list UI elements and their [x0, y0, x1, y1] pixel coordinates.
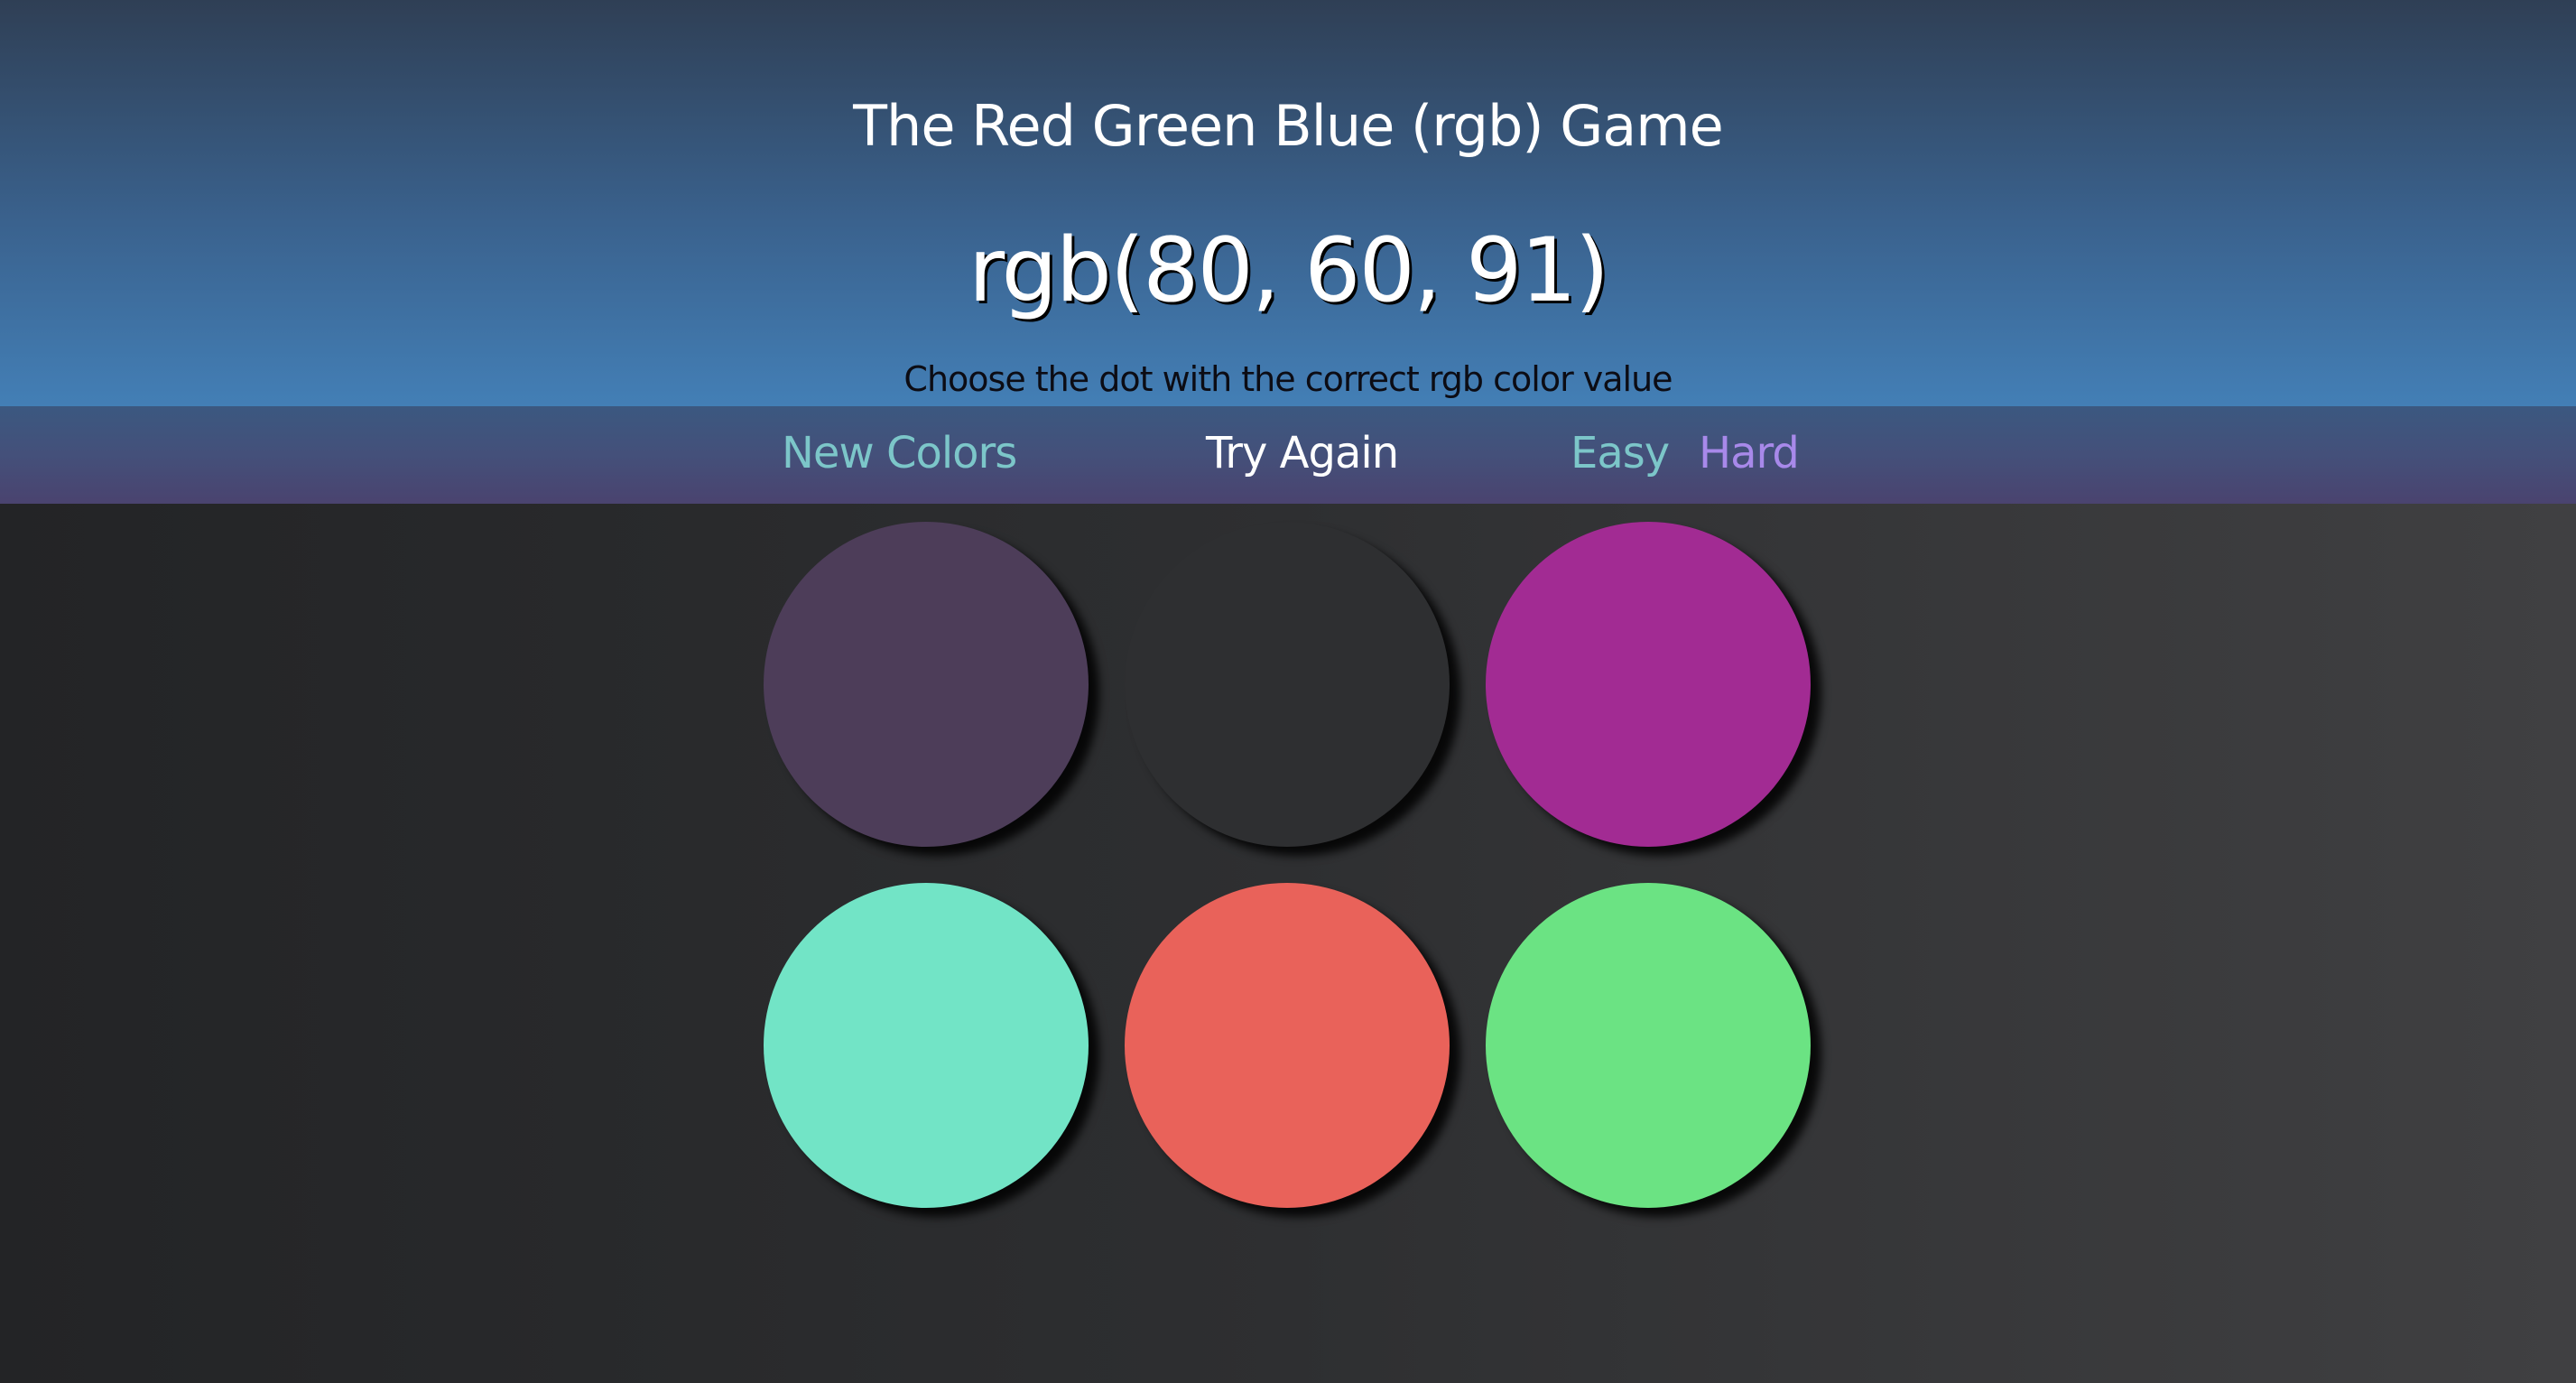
- color-dot[interactable]: [764, 883, 1089, 1208]
- status-message: Choose the dot with the correct rgb colo…: [903, 359, 1673, 399]
- new-colors-button[interactable]: New Colors: [782, 424, 1017, 482]
- easy-mode-button[interactable]: Easy: [1571, 424, 1670, 482]
- color-dot[interactable]: [1486, 522, 1811, 847]
- try-again-button[interactable]: Try Again: [1206, 424, 1399, 482]
- color-dot[interactable]: [764, 522, 1089, 847]
- color-dot[interactable]: [1486, 883, 1811, 1208]
- control-bar: New Colors Try Again Easy Hard: [0, 406, 2576, 504]
- color-dot[interactable]: [1125, 883, 1450, 1208]
- game-header: The Red Green Blue (rgb) Game rgb(80, 60…: [0, 0, 2576, 406]
- color-dot[interactable]: [1125, 522, 1450, 847]
- game-title: The Red Green Blue (rgb) Game: [853, 93, 1724, 159]
- hard-mode-button[interactable]: Hard: [1699, 424, 1800, 482]
- target-rgb-value: rgb(80, 60, 91): [968, 219, 1609, 322]
